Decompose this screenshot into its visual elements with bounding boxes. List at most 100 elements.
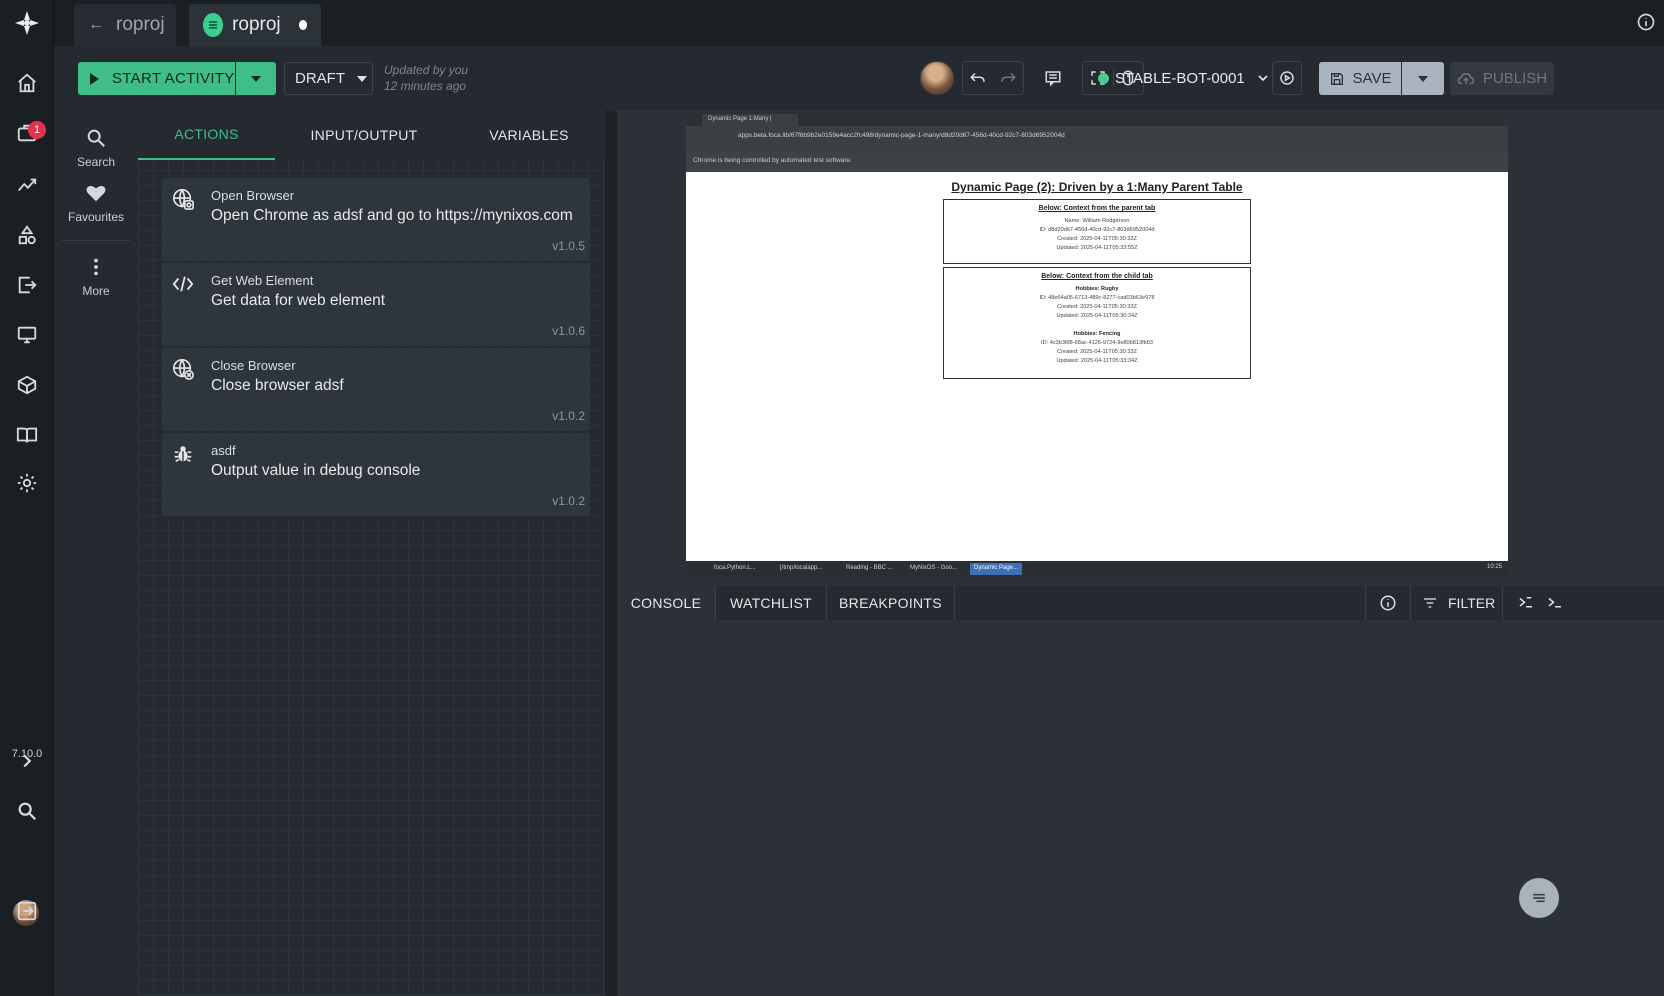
tab-previous-roproj[interactable]: ← roproj: [74, 4, 176, 46]
back-arrow-icon[interactable]: ←: [88, 16, 104, 34]
chat-button[interactable]: [1519, 878, 1559, 918]
redo-icon[interactable]: [993, 69, 1023, 87]
child-line: Updated: 2025-04-11T05:30:34Z: [1056, 313, 1138, 319]
cloud-upload-icon: [1457, 72, 1475, 84]
parent-context-box: Below: Context from the parent tab Name:…: [943, 199, 1251, 264]
schedule-icon[interactable]: [1272, 61, 1302, 95]
comments-icon[interactable]: [1033, 61, 1073, 95]
favourites-nav[interactable]: Favourites: [54, 182, 138, 224]
globe-icon: [172, 188, 194, 210]
taskbar-clock: 10:25: [1486, 564, 1502, 570]
divider: [62, 240, 130, 241]
draft-status-dropdown[interactable]: DRAFT: [284, 62, 373, 95]
app-logo-icon[interactable]: [12, 8, 42, 38]
logout-icon[interactable]: [12, 896, 42, 926]
chevron-down-icon: [357, 75, 367, 82]
divider: [954, 586, 955, 620]
user-avatar[interactable]: [920, 61, 954, 95]
terminal-expand-icon[interactable]: [1546, 594, 1564, 612]
tab-actions[interactable]: ACTIONS: [138, 110, 275, 160]
action-card-asdf[interactable]: asdf Output value in debug console v1.0.…: [162, 433, 590, 516]
action-card-close-browser[interactable]: Close Browser Close browser adsf v1.0.2: [162, 348, 590, 431]
action-card-get-web-element[interactable]: Get Web Element Get data for web element…: [162, 263, 590, 346]
action-title: Close Browser: [211, 358, 296, 373]
child-context-box: Below: Context from the child tab Hobbie…: [943, 267, 1251, 379]
app-root: 1 7.10.0 ← roproj roproj START ACTIVITY …: [0, 0, 1664, 996]
taskbar-item: Reading - BBC ...: [846, 565, 893, 571]
tab-breakpoints[interactable]: BREAKPOINTS: [827, 586, 954, 620]
tab-variables[interactable]: VARIABLES: [453, 110, 605, 160]
tab-input-output[interactable]: INPUT/OUTPUT: [275, 110, 453, 160]
child-line: ID: 4c3b36f8-68ac-4126-9724-9e80b813fb03: [1041, 340, 1153, 346]
analytics-icon[interactable]: [12, 170, 42, 200]
tab-current-roproj[interactable]: roproj: [189, 4, 321, 46]
package-icon[interactable]: [12, 370, 42, 400]
chevron-down-icon: [1255, 70, 1271, 86]
tab-bar: ← roproj roproj: [54, 0, 1664, 46]
preview-page-title: Dynamic Page (2): Driven by a 1:Many Par…: [951, 180, 1243, 194]
os-taskbar: foca.Python.L... [/tmp/localapp... Readi…: [686, 561, 1508, 577]
book-icon[interactable]: [12, 420, 42, 450]
heart-icon: [85, 182, 107, 204]
search-icon[interactable]: [12, 796, 42, 826]
automation-warning: Chrome is being controlled by automated …: [686, 152, 1508, 172]
more-vertical-icon: [85, 256, 107, 278]
expand-chevron-icon[interactable]: [12, 746, 42, 776]
save-dropdown[interactable]: [1402, 62, 1444, 95]
publish-label: PUBLISH: [1482, 70, 1548, 87]
notification-badge: 1: [28, 121, 46, 139]
action-card-open-browser[interactable]: Open Browser Open Chrome as adsf and go …: [162, 178, 590, 261]
shapes-icon[interactable]: [12, 220, 42, 250]
browser-address: apps.beta.foca.lib/67f6b9b2e0159e4acc2fc…: [738, 132, 1065, 139]
publish-button[interactable]: PUBLISH: [1450, 62, 1554, 95]
terminal-collapse-icon[interactable]: [1517, 594, 1535, 612]
action-description: Output value in debug console: [211, 462, 421, 479]
monitor-icon[interactable]: [12, 320, 42, 350]
project-icon: [203, 13, 224, 37]
search-icon: [85, 127, 107, 149]
start-activity-dropdown[interactable]: [236, 62, 276, 95]
chevron-down-icon: [251, 75, 261, 82]
child-line: Created: 2025-04-11T05:30:33Z: [1057, 349, 1137, 355]
action-version: v1.0.6: [552, 324, 585, 338]
home-icon[interactable]: [12, 68, 42, 98]
tab-console[interactable]: CONSOLE: [617, 586, 715, 620]
start-activity-button[interactable]: START ACTIVITY: [78, 62, 235, 95]
undo-icon[interactable]: [963, 69, 993, 87]
browser-tab: Dynamic Page 1:Many |: [702, 114, 798, 126]
search-nav[interactable]: Search: [54, 127, 138, 169]
bot-screen-preview[interactable]: Dynamic Page 1:Many | apps.beta.foca.lib…: [686, 113, 1508, 577]
tab-label: roproj: [116, 14, 165, 35]
action-title: Get Web Element: [211, 273, 314, 288]
info-icon[interactable]: [1379, 594, 1397, 612]
updated-time: 12 minutes ago: [384, 79, 467, 93]
taskbar-item: MyNixOS - Goo...: [910, 565, 958, 571]
tab-label: roproj: [232, 14, 281, 35]
tab-watchlist[interactable]: WATCHLIST: [716, 586, 826, 620]
code-icon: [172, 273, 194, 295]
browser-tab-strip: Dynamic Page 1:Many |: [686, 113, 1508, 126]
export-icon[interactable]: [12, 270, 42, 300]
left-rail: 1 7.10.0: [0, 0, 54, 996]
updated-by: Updated by you: [384, 63, 469, 77]
action-description: Get data for web element: [211, 292, 386, 309]
bug-icon: [172, 443, 194, 465]
action-description: Close browser adsf: [211, 377, 344, 394]
browser-chrome: Dynamic Page 1:Many | apps.beta.foca.lib…: [686, 113, 1508, 152]
save-button[interactable]: SAVE: [1319, 62, 1401, 95]
child-line: Updated: 2025-04-11T05:33:34Z: [1056, 358, 1138, 364]
divider: [1365, 586, 1366, 620]
draft-label: DRAFT: [295, 70, 345, 87]
gear-icon[interactable]: [12, 468, 42, 498]
chevron-down-icon: [1418, 75, 1428, 82]
unsaved-dot-icon: [298, 20, 307, 30]
action-version: v1.0.2: [552, 494, 585, 508]
more-nav[interactable]: More: [54, 256, 138, 298]
action-title: Open Browser: [211, 188, 295, 203]
save-label: SAVE: [1352, 70, 1392, 87]
info-icon[interactable]: [1636, 12, 1656, 32]
bot-status-icon: [1098, 72, 1109, 84]
filter-button[interactable]: FILTER: [1422, 586, 1495, 620]
start-activity-label: START ACTIVITY: [112, 70, 235, 87]
favourites-label: Favourites: [67, 210, 125, 224]
